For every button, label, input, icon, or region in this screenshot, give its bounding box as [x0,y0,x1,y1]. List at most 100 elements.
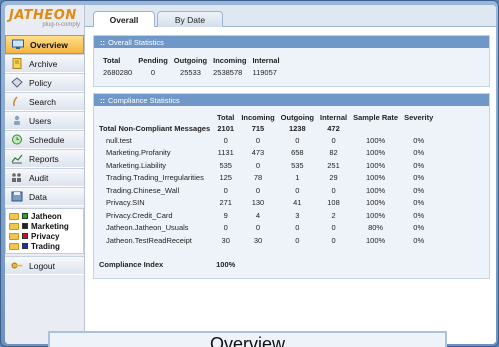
table-row: null.test 0 0 0 0 100% 0% [96,134,436,147]
table-cell: 271 [219,198,232,208]
folder-item-privacy[interactable]: Privacy [9,231,83,241]
folder-label: Trading [31,241,60,251]
bullet-icon: :: [100,95,105,105]
total-row: Total Non-Compliant Messages 2101 715 12… [96,123,436,134]
table-cell: 0 [223,223,228,233]
table-cell: 0% [413,223,425,233]
compliance-statistics-table: Total Incoming Outgoing Internal Sample … [96,112,436,270]
sidebar-item-label: Archive [29,58,58,69]
table-cell: 0 [255,223,261,233]
table-cell: 0 [295,235,300,245]
table-row: 2680280 0 25533 2538578 119057 [100,67,283,78]
sidebar-item-schedule[interactable]: Schedule [5,130,84,149]
logout-label: Logout [29,260,55,271]
sidebar-item-label: Reports [29,153,59,164]
overview-icon [12,39,24,50]
table-cell: 472 [327,124,340,133]
table-cell: 0 [331,135,336,145]
compliance-rows: null.test 0 0 0 0 100% 0% Marketing.Profanity 11… [96,134,436,247]
search-icon [11,96,23,107]
compliance-index-value: 100% [216,259,236,269]
logo-text: JATHEON [9,8,77,23]
column-header: Incoming [213,56,247,65]
rule-name: Privacy.Credit_Card [106,210,173,220]
table-cell: 4 [255,210,261,220]
sidebar-item-data[interactable]: Data [5,187,84,206]
users-icon [11,115,23,126]
section-title: Compliance Statistics [108,95,180,105]
table-row: Privacy.SIN 271 130 41 108 100% 0% [96,197,436,210]
column-header: Severity [404,113,434,122]
table-cell: 100% [366,148,386,158]
rule-name: Trading.Trading_Irregularities [106,173,204,183]
rule-name: Marketing.Liability [106,160,167,170]
sidebar-item-policy[interactable]: Policy [5,73,84,92]
window-frame: JATHEON plug-n-comply Overview Archive P… [0,0,499,347]
sidebar-item-audit[interactable]: Audit [5,168,84,187]
sidebar-item-overview[interactable]: Overview [5,35,84,54]
sidebar: JATHEON plug-n-comply Overview Archive P… [5,5,85,344]
audit-icon [11,172,23,183]
sidebar-item-label: Search [29,96,56,107]
tab-by-date[interactable]: By Date [157,11,223,27]
table-cell: 0% [413,198,425,208]
table-cell: 0 [255,185,261,195]
table-row: Trading.Chinese_Wall 0 0 0 0 100% 0% [96,184,436,197]
column-header: Pending [138,56,168,65]
column-header: Incoming [241,113,275,122]
section-header: :: Compliance Statistics [94,94,489,106]
table-cell: 0 [255,160,261,170]
folder-icon [9,212,19,220]
table-cell: 30 [221,235,230,245]
table-cell: 251 [327,160,340,170]
folder-item-marketing[interactable]: Marketing [9,221,83,231]
sidebar-item-archive[interactable]: Archive [5,54,84,73]
color-square-icon [22,213,28,219]
table-row: Jatheon.Jatheon_Usuals 0 0 0 0 80% 0% [96,222,436,235]
table-cell: 78 [253,173,263,183]
overall-statistics-panel: :: Overall Statistics Total Pending Outg… [93,35,490,87]
key-icon [11,260,23,271]
table-cell: 2101 [217,124,235,133]
table-cell: 0% [413,135,425,145]
sidebar-item-label: Audit [29,172,49,183]
sidebar-item-reports[interactable]: Reports [5,149,84,168]
compliance-index-row: Compliance Index 100% [96,259,436,270]
sidebar-item-search[interactable]: Search [5,92,84,111]
table-cell: 1 [295,173,300,183]
table-cell: 100% [366,173,386,183]
overall-statistics-table: Total Pending Outgoing Incoming Internal… [100,54,283,78]
spacer-row [96,247,436,259]
table-row: Marketing.Profanity 1131 473 658 82 100% 0% [96,147,436,160]
table-cell: 0 [331,185,336,195]
table-cell: 100% [366,135,386,145]
folder-item-trading[interactable]: Trading [9,241,83,251]
table-row: Privacy.Credit_Card 9 4 3 2 100% 0% [96,209,436,222]
table-cell: 2538578 [213,68,243,77]
rule-name: Marketing.Profanity [106,148,171,158]
table-cell [401,123,436,134]
app-window: JATHEON plug-n-comply Overview Archive P… [5,5,496,344]
column-header: Total [103,56,121,65]
table-cell: 473 [251,148,265,158]
column-header: Internal [252,56,280,65]
rule-name: null.test [106,135,132,145]
folder-item-jatheon[interactable]: Jatheon [9,211,83,221]
column-header [96,112,213,123]
table-cell: 3 [295,210,300,220]
column-header: Total [217,113,235,122]
row-label: Total Non-Compliant Messages [99,124,211,133]
sidebar-item-users[interactable]: Users [5,111,84,130]
table-cell: 119057 [252,68,277,77]
table-cell: 30 [253,235,263,245]
table-cell: 0% [413,160,425,170]
table-cell: 0 [295,135,300,145]
table-cell: 2680280 [103,68,133,77]
table-row: Marketing.Liability 535 0 535 251 100% 0% [96,159,436,172]
column-header: Outgoing [173,56,208,65]
logout-button[interactable]: Logout [5,256,84,275]
folder-label: Marketing [31,221,69,231]
rule-name: Trading.Chinese_Wall [106,185,180,195]
rule-name: Jatheon.TestReadReceipt [106,235,192,245]
tab-overall[interactable]: Overall [93,11,155,28]
